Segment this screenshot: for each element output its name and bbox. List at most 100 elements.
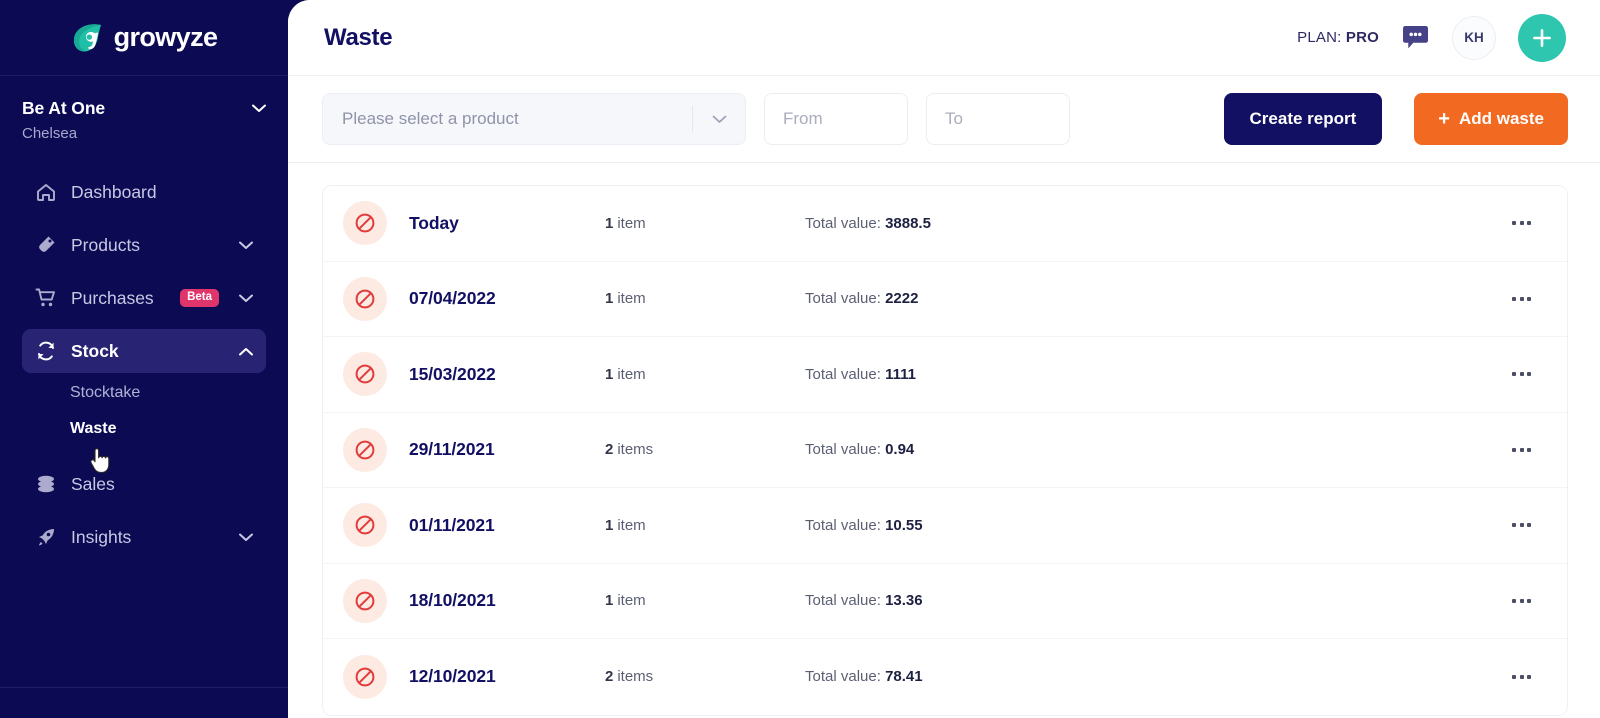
row-total-value: Total value: 78.41	[805, 668, 923, 685]
row-item-count: 2 items	[605, 441, 805, 458]
sidebar-item-sales[interactable]: Sales	[22, 462, 266, 506]
product-select[interactable]: Please select a product	[322, 93, 746, 145]
sidebar-item-label: Products	[71, 234, 141, 255]
row-date: 07/04/2022	[409, 288, 496, 309]
chat-bubble-icon[interactable]	[1401, 25, 1430, 51]
total-value-label: Total value:	[805, 441, 881, 459]
sidebar-item-insights[interactable]: Insights	[22, 515, 266, 559]
add-waste-button[interactable]: + Add waste	[1414, 93, 1568, 145]
page-title: Waste	[324, 23, 393, 51]
plan-indicator: PLAN: PRO	[1297, 29, 1379, 46]
row-menu-button[interactable]	[1506, 438, 1537, 462]
total-value-label: Total value:	[805, 290, 881, 308]
sidebar-subitem-stocktake[interactable]: Stocktake	[70, 384, 266, 402]
row-menu-button[interactable]	[1506, 211, 1537, 235]
total-value-label: Total value:	[805, 516, 881, 534]
avatar[interactable]: KH	[1452, 15, 1496, 60]
create-report-button[interactable]: Create report	[1223, 93, 1383, 145]
ellipsis-horizontal-icon	[1512, 372, 1516, 377]
avatar-initials: KH	[1464, 30, 1484, 45]
table-row[interactable]: 15/03/2022 1 item Total value: 1111	[323, 337, 1567, 413]
shopping-cart-icon	[35, 288, 55, 307]
filter-toolbar: Please select a product From To Create r…	[288, 76, 1600, 163]
plus-icon	[1533, 28, 1551, 47]
sidebar-item-stock[interactable]: Stock	[22, 329, 266, 373]
row-item-count: 1 item	[605, 592, 805, 609]
total-value-amount: 1111	[885, 365, 916, 383]
brand-logo[interactable]: growyze	[0, 0, 288, 76]
row-count-unit: item	[617, 214, 646, 232]
row-menu-button[interactable]	[1506, 287, 1537, 311]
row-count-value: 1	[605, 365, 614, 383]
row-count-unit: item	[617, 592, 646, 610]
row-menu-button[interactable]	[1506, 589, 1537, 613]
row-date: Today	[409, 212, 459, 233]
stock-subnav: Stocktake Waste	[22, 382, 266, 462]
org-location: Chelsea	[22, 125, 78, 142]
ellipsis-horizontal-icon	[1512, 447, 1516, 452]
table-row[interactable]: 29/11/2021 2 items Total value: 0.94	[323, 412, 1567, 488]
table-row[interactable]: 12/10/2021 2 items Total value: 78.41	[323, 639, 1567, 715]
sidebar-item-label: Insights	[71, 526, 132, 547]
row-count-value: 1	[605, 290, 614, 308]
row-count-value: 2	[605, 668, 614, 686]
table-row[interactable]: 01/11/2021 1 item Total value: 10.55	[323, 488, 1567, 564]
row-count-value: 1	[605, 214, 614, 232]
row-item-count: 1 item	[605, 517, 805, 534]
row-count-unit: item	[617, 516, 646, 534]
main-content: Waste PLAN: PRO KH Please select a produ…	[288, 0, 1600, 718]
status-badge	[343, 352, 387, 397]
ellipsis-horizontal-icon	[1519, 221, 1524, 226]
chevron-down-icon	[239, 241, 253, 249]
chevron-down-icon	[239, 533, 253, 541]
ellipsis-horizontal-icon	[1527, 674, 1531, 679]
plan-value: PRO	[1345, 29, 1379, 46]
row-menu-button[interactable]	[1506, 513, 1537, 537]
status-badge	[343, 201, 387, 246]
sidebar-item-label: Purchases	[71, 287, 154, 308]
total-value-amount: 13.36	[885, 592, 923, 610]
add-button[interactable]	[1518, 13, 1566, 62]
ban-prohibited-icon	[355, 364, 375, 384]
sidebar-subitem-waste[interactable]: Waste	[70, 420, 266, 438]
row-date: 29/11/2021	[409, 439, 495, 460]
row-total-value: Total value: 10.55	[805, 517, 923, 534]
row-menu-button[interactable]	[1506, 665, 1537, 689]
sidebar-item-label: Stock	[71, 340, 119, 361]
ellipsis-horizontal-icon	[1512, 221, 1516, 226]
ellipsis-horizontal-icon	[1527, 598, 1531, 603]
row-menu-button[interactable]	[1506, 362, 1537, 386]
ellipsis-horizontal-icon	[1512, 296, 1516, 301]
row-item-count: 1 item	[605, 290, 805, 307]
row-date: 12/10/2021	[409, 666, 496, 687]
table-row[interactable]: Today 1 item Total value: 3888.5	[323, 186, 1567, 262]
table-row[interactable]: 18/10/2021 1 item Total value: 13.36	[323, 563, 1567, 639]
home-icon	[37, 184, 55, 201]
ellipsis-horizontal-icon	[1519, 372, 1524, 377]
ellipsis-horizontal-icon	[1527, 447, 1531, 452]
beta-badge: Beta	[180, 289, 219, 307]
row-count-unit: item	[617, 290, 646, 308]
row-date: 15/03/2022	[409, 363, 496, 384]
coins-stack-icon	[38, 475, 54, 493]
table-row[interactable]: 07/04/2022 1 item Total value: 2222	[323, 261, 1567, 337]
row-count-value: 2	[605, 441, 614, 459]
ellipsis-horizontal-icon	[1519, 674, 1524, 679]
sidebar-item-dashboard[interactable]: Dashboard	[22, 170, 266, 214]
rocket-icon	[39, 529, 54, 546]
row-total-value: Total value: 1111	[805, 366, 916, 383]
ellipsis-horizontal-icon	[1512, 598, 1516, 603]
row-item-count: 1 item	[605, 366, 805, 383]
sidebar-item-label: Dashboard	[71, 181, 157, 202]
org-switcher[interactable]: Be At One Chelsea	[0, 76, 288, 142]
ellipsis-horizontal-icon	[1512, 674, 1516, 679]
sidebar-item-products[interactable]: Products	[22, 223, 266, 267]
date-from-input[interactable]: From	[764, 93, 908, 145]
row-item-count: 1 item	[605, 215, 805, 232]
row-date: 01/11/2021	[409, 514, 495, 535]
date-to-input[interactable]: To	[926, 93, 1070, 145]
date-to-placeholder: To	[945, 109, 963, 128]
sidebar-item-purchases[interactable]: Purchases Beta	[22, 276, 266, 320]
total-value-label: Total value:	[805, 592, 881, 610]
row-count-value: 1	[605, 592, 614, 610]
